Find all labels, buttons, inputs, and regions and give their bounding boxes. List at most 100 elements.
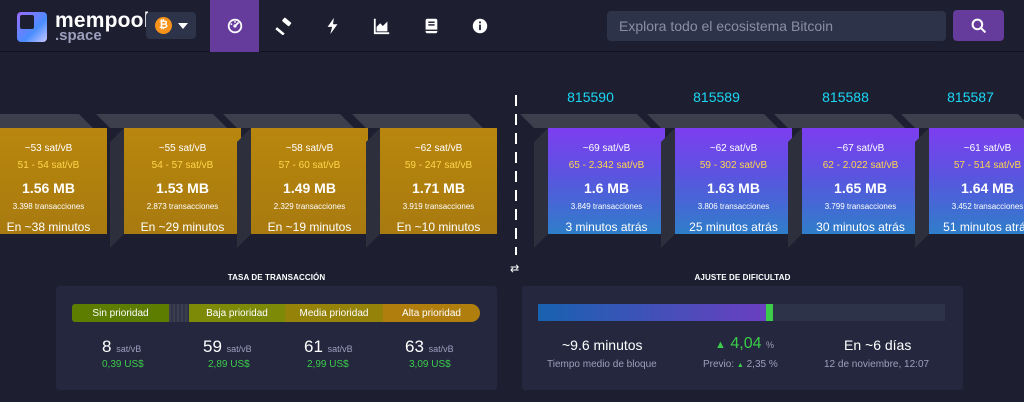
lightning-icon bbox=[327, 17, 337, 35]
mined-block[interactable]: ~61 sat/vB 57 - 514 sat/vB 1.64 MB 3.452… bbox=[901, 114, 1024, 248]
block-median-fee: ~58 sat/vB bbox=[285, 143, 334, 154]
block-tx-count: 3.849 transacciones bbox=[570, 202, 643, 211]
graphs-icon bbox=[373, 18, 389, 35]
arrow-up-small-icon: ▲ bbox=[736, 362, 744, 369]
block-median-fee: ~53 sat/vB bbox=[24, 143, 73, 154]
mined-block[interactable]: ~67 sat/vB 62 - 2.022 sat/vB 1.65 MB 3.7… bbox=[774, 114, 919, 248]
dashboard-icon bbox=[227, 18, 242, 34]
search-icon bbox=[971, 18, 986, 33]
block-median-fee: ~61 sat/vB bbox=[963, 143, 1012, 154]
block-median-fee: ~62 sat/vB bbox=[709, 143, 758, 154]
search-input[interactable] bbox=[607, 11, 946, 41]
navbar: mempool .space ₿ bbox=[0, 0, 1024, 52]
mempool-block[interactable]: ~53 sat/vB 51 - 54 sat/vB 1.56 MB 3.398 … bbox=[0, 114, 107, 234]
caret-down-icon bbox=[178, 23, 188, 29]
logo-suffix: .space bbox=[55, 27, 102, 44]
difficulty-eta: En ~6 días bbox=[844, 337, 912, 353]
block-time-ago: 30 minutos atrás bbox=[816, 220, 905, 234]
fee-value-low-priority: 59 sat/vB bbox=[203, 337, 252, 356]
fee-value-no-priority: 8 sat/vB bbox=[102, 337, 142, 356]
fee-bar-no-priority: Sin prioridad bbox=[72, 304, 169, 322]
nav-dashboard[interactable] bbox=[210, 0, 259, 52]
block-size: 1.71 MB bbox=[412, 180, 465, 196]
mempool-logo[interactable]: mempool .space bbox=[17, 9, 150, 44]
block-eta: En ~10 minutos bbox=[396, 220, 481, 234]
fee-usd-medium-priority: 2,99 US$ bbox=[307, 359, 349, 370]
difficulty-previous: Previo: ▲ 2,35 % bbox=[703, 359, 778, 370]
block-fee-range: 65 - 2.342 sat/vB bbox=[568, 160, 645, 171]
logo-icon bbox=[17, 12, 47, 42]
block-fee-range: 51 - 54 sat/vB bbox=[17, 160, 80, 171]
block-size: 1.49 MB bbox=[283, 180, 336, 196]
avg-block-time: ~9.6 minutos bbox=[562, 337, 643, 353]
mempool-divider bbox=[515, 95, 517, 255]
block-height-link[interactable]: 815587 bbox=[912, 89, 1024, 105]
avg-block-time-label: Tiempo medio de bloque bbox=[547, 359, 657, 370]
nav-docs[interactable] bbox=[406, 0, 455, 52]
mempool-block[interactable]: ~62 sat/vB 59 - 247 sat/vB 1.71 MB 3.919… bbox=[352, 114, 497, 248]
hammer-icon bbox=[274, 17, 291, 35]
network-selector-button[interactable]: ₿ bbox=[146, 12, 196, 39]
block-time-ago: 51 minutos atrás bbox=[943, 220, 1024, 234]
block-eta: En ~19 minutos bbox=[267, 220, 352, 234]
fee-bar-gap bbox=[169, 304, 189, 322]
block-size: 1.56 MB bbox=[22, 180, 75, 196]
fee-usd-no-priority: 0,39 US$ bbox=[102, 359, 144, 370]
block-fee-range: 57 - 514 sat/vB bbox=[953, 160, 1022, 171]
block-height-link[interactable]: 815590 bbox=[532, 89, 649, 105]
difficulty-title: AJUSTE DE DIFICULTAD bbox=[694, 273, 791, 282]
nav-lightning[interactable] bbox=[308, 0, 357, 52]
block-median-fee: ~55 sat/vB bbox=[158, 143, 207, 154]
mined-block[interactable]: ~69 sat/vB 65 - 2.342 sat/vB 1.6 MB 3.84… bbox=[520, 114, 665, 248]
nav-mining[interactable] bbox=[259, 0, 308, 52]
block-tx-count: 3.799 transacciones bbox=[824, 202, 897, 211]
nav-graphs[interactable] bbox=[357, 0, 406, 52]
difficulty-eta-date: 12 de noviembre, 12:07 bbox=[824, 359, 930, 370]
fee-bar-low-priority: Baja prioridad bbox=[189, 304, 285, 322]
block-fee-range: 57 - 60 sat/vB bbox=[278, 160, 341, 171]
block-fee-range: 54 - 57 sat/vB bbox=[151, 160, 214, 171]
mined-block[interactable]: ~62 sat/vB 59 - 302 sat/vB 1.63 MB 3.806… bbox=[647, 114, 792, 248]
block-tx-count: 2.873 transacciones bbox=[146, 202, 219, 211]
mempool-block[interactable]: ~58 sat/vB 57 - 60 sat/vB 1.49 MB 2.329 … bbox=[223, 114, 368, 248]
block-fee-range: 59 - 247 sat/vB bbox=[404, 160, 473, 171]
docs-icon bbox=[425, 18, 437, 34]
fee-value-high-priority: 63 sat/vB bbox=[405, 337, 454, 356]
swap-direction-icon[interactable]: ⇄ bbox=[510, 262, 519, 275]
info-icon bbox=[472, 18, 487, 34]
block-size: 1.53 MB bbox=[156, 180, 209, 196]
block-median-fee: ~62 sat/vB bbox=[414, 143, 463, 154]
block-eta: En ~38 minutos bbox=[6, 220, 91, 234]
block-tx-count: 3.452 transacciones bbox=[951, 202, 1024, 211]
block-eta: En ~29 minutos bbox=[140, 220, 225, 234]
block-fee-range: 59 - 302 sat/vB bbox=[699, 160, 768, 171]
block-height-link[interactable]: 815588 bbox=[787, 89, 904, 105]
difficulty-progress-bar bbox=[538, 304, 945, 321]
block-size: 1.6 MB bbox=[583, 180, 630, 196]
arrow-up-icon: ▲ bbox=[715, 339, 726, 351]
block-fee-range: 62 - 2.022 sat/vB bbox=[822, 160, 899, 171]
block-median-fee: ~67 sat/vB bbox=[836, 143, 885, 154]
block-height-link[interactable]: 815589 bbox=[658, 89, 775, 105]
mempool-block[interactable]: ~55 sat/vB 54 - 57 sat/vB 1.53 MB 2.873 … bbox=[96, 114, 241, 248]
block-tx-count: 3.919 transacciones bbox=[402, 202, 475, 211]
block-size: 1.64 MB bbox=[961, 180, 1014, 196]
difficulty-expected-marker bbox=[766, 304, 773, 321]
block-time-ago: 25 minutos atrás bbox=[689, 220, 778, 234]
block-time-ago: 3 minutos atrás bbox=[565, 220, 648, 234]
fee-value-medium-priority: 61 sat/vB bbox=[304, 337, 353, 356]
block-tx-count: 3.398 transacciones bbox=[12, 202, 85, 211]
search-button[interactable] bbox=[953, 10, 1004, 41]
difficulty-progress-fill bbox=[538, 304, 766, 321]
fee-bar-high-priority: Alta prioridad bbox=[383, 304, 480, 322]
fee-usd-high-priority: 3,09 US$ bbox=[409, 359, 451, 370]
block-size: 1.65 MB bbox=[834, 180, 887, 196]
block-median-fee: ~69 sat/vB bbox=[582, 143, 631, 154]
fee-usd-low-priority: 2,89 US$ bbox=[208, 359, 250, 370]
block-tx-count: 2.329 transacciones bbox=[273, 202, 346, 211]
nav-about[interactable] bbox=[455, 0, 504, 52]
block-size: 1.63 MB bbox=[707, 180, 760, 196]
difficulty-change: ▲ 4,04 % bbox=[715, 335, 774, 352]
block-tx-count: 3.806 transacciones bbox=[697, 202, 770, 211]
bitcoin-icon: ₿ bbox=[155, 17, 172, 34]
